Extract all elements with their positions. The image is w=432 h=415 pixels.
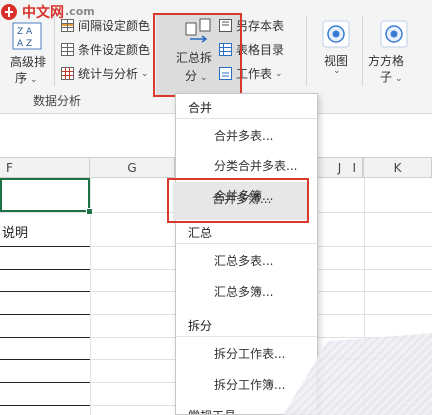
- menu-item-summarize-workbooks[interactable]: 汇总多簿...: [177, 278, 316, 306]
- menu-item-label: 合并多表...: [214, 129, 274, 143]
- menu-divider: [176, 336, 317, 337]
- view-icon: [322, 20, 350, 48]
- grid-color-icon: [61, 19, 74, 32]
- menu-section-summary: 汇总: [188, 226, 213, 240]
- stats-grid-icon: [61, 67, 74, 80]
- highlight-box-summary-split: [153, 13, 242, 97]
- menu-item-merge-sheets[interactable]: 合并多表...: [177, 122, 316, 150]
- selected-cell[interactable]: [0, 178, 90, 212]
- menu-item-label: 合并多簿...: [214, 189, 274, 203]
- summary-split-menu: 合并 合并多表... 分类合并多表... 合并多簿... 汇总 汇总多表... …: [175, 93, 318, 415]
- watermark-text: 中文网: [22, 4, 64, 21]
- square-grid-label-1: 方方格: [368, 54, 405, 68]
- column-header-k[interactable]: K: [364, 158, 432, 178]
- stats-analysis-label: 统计与分析: [78, 67, 139, 81]
- cell-f-text[interactable]: 说明: [2, 222, 28, 241]
- cell-border: [0, 382, 90, 383]
- watermark-logo-icon: [1, 3, 17, 20]
- cell-border: [0, 359, 90, 360]
- save-sheet-label: 另存本表: [236, 19, 285, 33]
- view-button[interactable]: 视图 ⌄: [314, 18, 358, 84]
- column-header-f[interactable]: F: [0, 158, 90, 178]
- stats-analysis-button[interactable]: 统计与分析 ⌄: [61, 65, 149, 82]
- menu-item-merge-workbooks[interactable]: 合并多簿...: [177, 182, 316, 210]
- chevron-down-icon: ⌄: [333, 66, 341, 76]
- cell-border: [0, 246, 90, 247]
- menu-item-split-workbook[interactable]: 拆分工作簿...: [177, 371, 316, 399]
- advanced-sort-label-2: 序 ⌄: [15, 71, 38, 85]
- advanced-sort-button[interactable]: Z A A Z 高级排 序 ⌄: [4, 20, 50, 86]
- menu-item-split-worksheet[interactable]: 拆分工作表...: [177, 340, 316, 368]
- menu-section-tools: 常规工具: [188, 407, 236, 414]
- square-grid-button[interactable]: 方方格 子 ⌄: [366, 18, 426, 84]
- menu-item-label: 拆分工作簿...: [214, 378, 286, 392]
- group-divider: [362, 16, 363, 86]
- menu-item-label: 汇总多簿...: [214, 285, 274, 299]
- advanced-sort-label-1: 高级排: [10, 55, 47, 69]
- grid-condition-icon: [61, 43, 74, 56]
- column-header-g[interactable]: G: [90, 158, 175, 178]
- menu-item-summarize-sheets[interactable]: 汇总多表...: [177, 247, 316, 275]
- menu-section-split: 拆分: [188, 319, 213, 333]
- chevron-down-icon: ⌄: [275, 68, 283, 79]
- menu-section-merge: 合并: [188, 101, 213, 115]
- square-grid-label-2: 子 ⌄: [380, 70, 403, 84]
- cell-border: [0, 269, 90, 270]
- svg-text:Z A: Z A: [17, 27, 33, 37]
- condition-color-label: 条件设定颜色: [78, 43, 151, 57]
- interval-color-button[interactable]: 间隔设定颜色: [61, 17, 150, 34]
- group-label-data-analysis: 数据分析: [33, 94, 82, 108]
- menu-item-label: 分类合并多表...: [214, 159, 298, 173]
- condition-color-button[interactable]: 条件设定颜色: [61, 41, 150, 58]
- cell-border: [0, 337, 90, 338]
- menu-item-merge-categories[interactable]: 分类合并多表...: [177, 152, 316, 180]
- group-divider: [306, 16, 307, 86]
- menu-divider: [176, 243, 317, 244]
- cell-border: [0, 405, 90, 406]
- chevron-down-icon: ⌄: [30, 75, 38, 85]
- cell-border: [0, 291, 90, 292]
- square-grid-icon: [380, 20, 408, 48]
- menu-item-label: 汇总多表...: [214, 254, 274, 268]
- chevron-down-icon: ⌄: [395, 74, 403, 84]
- sort-az-icon: Z A A Z: [12, 22, 42, 50]
- fill-handle[interactable]: [86, 208, 93, 215]
- interval-color-label: 间隔设定颜色: [78, 19, 151, 33]
- group-divider: [54, 16, 55, 86]
- svg-text:A Z: A Z: [17, 39, 32, 49]
- menu-divider: [176, 118, 317, 119]
- menu-item-label: 拆分工作表...: [214, 347, 286, 361]
- chevron-down-icon: ⌄: [141, 68, 149, 79]
- sheet-directory-label: 表格目录: [236, 43, 285, 57]
- cell-border: [0, 314, 90, 315]
- column-header-j[interactable]: J: [316, 158, 364, 178]
